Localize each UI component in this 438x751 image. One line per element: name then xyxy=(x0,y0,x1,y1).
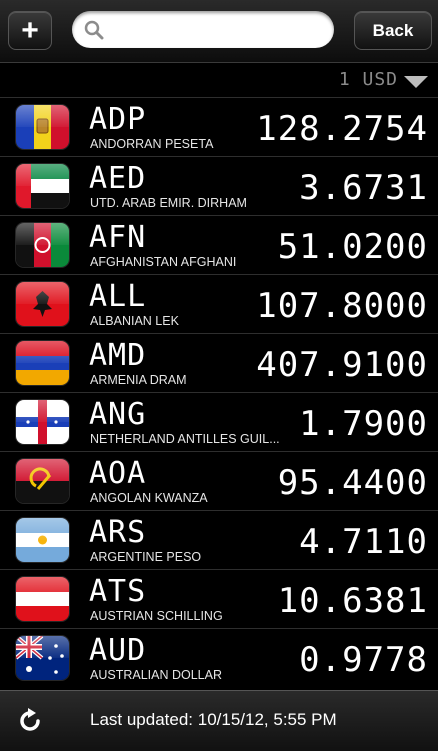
currency-code: ATS xyxy=(89,574,147,609)
base-currency-label: 1 USD xyxy=(338,69,398,90)
currency-code: ARS xyxy=(89,515,147,550)
armenia-flag-icon xyxy=(16,341,69,385)
currency-rate: 107.8000 xyxy=(256,286,428,326)
currency-row-aud[interactable]: AUD AUSTRALIAN DOLLAR 0.9778 xyxy=(0,628,438,687)
bottom-toolbar: Last updated: 10/15/12, 5:55 PM xyxy=(0,690,438,751)
currency-row-ang[interactable]: ANG NETHERLAND ANTILLES GUIL... 1.7900 xyxy=(0,392,438,451)
currency-code: AMD xyxy=(89,338,147,373)
currency-row-all[interactable]: ALL ALBANIAN LEK 107.8000 xyxy=(0,274,438,333)
last-updated-text: Last updated: 10/15/12, 5:55 PM xyxy=(90,710,337,729)
currency-rate: 10.6381 xyxy=(277,581,428,621)
argentina-flag-icon xyxy=(16,518,69,562)
currency-name: AUSTRIAN SCHILLING xyxy=(90,609,223,623)
base-currency-selector[interactable]: 1 USD xyxy=(0,63,438,97)
search-field[interactable] xyxy=(72,11,334,48)
currency-code: ALL xyxy=(89,279,147,314)
search-icon xyxy=(84,20,104,40)
andorra-flag-icon xyxy=(16,105,69,149)
currency-code: ANG xyxy=(89,397,147,432)
currency-code: ADP xyxy=(89,102,147,137)
caret-down-icon xyxy=(404,76,428,88)
currency-name: ARGENTINE PESO xyxy=(90,550,202,564)
currency-row-aed[interactable]: AED UTD. ARAB EMIR. DIRHAM 3.6731 xyxy=(0,156,438,215)
currency-name: AUSTRALIAN DOLLAR xyxy=(90,668,222,682)
currency-rate: 51.0200 xyxy=(277,227,428,267)
currency-rate: 3.6731 xyxy=(299,168,428,208)
currency-code: AED xyxy=(89,161,147,196)
australia-flag-icon xyxy=(16,636,69,680)
currency-rate: 407.9100 xyxy=(256,345,428,385)
plus-icon: + xyxy=(21,13,39,47)
currency-code: AUD xyxy=(89,633,147,668)
currency-rate: 128.2754 xyxy=(256,109,428,149)
currency-rate: 0.9778 xyxy=(299,640,428,680)
currency-name: ANGOLAN KWANZA xyxy=(90,491,208,505)
currency-row-afn[interactable]: AFN AFGHANISTAN AFGHANI 51.0200 xyxy=(0,215,438,274)
currency-code: AFN xyxy=(89,220,147,255)
austria-flag-icon xyxy=(16,577,69,621)
afghanistan-flag-icon xyxy=(16,223,69,267)
currency-rate: 95.4400 xyxy=(277,463,428,503)
currency-row-ats[interactable]: ATS AUSTRIAN SCHILLING 10.6381 xyxy=(0,569,438,628)
uae-flag-icon xyxy=(16,164,69,208)
currency-name: UTD. ARAB EMIR. DIRHAM xyxy=(90,196,247,210)
netherlands-antilles-flag-icon xyxy=(16,400,69,444)
currency-row-ars[interactable]: ARS ARGENTINE PESO 4.7110 xyxy=(0,510,438,569)
currency-row-adp[interactable]: ADP ANDORRAN PESETA 128.2754 xyxy=(0,97,438,156)
refresh-icon[interactable] xyxy=(16,707,44,735)
top-toolbar: + Back xyxy=(0,0,438,63)
currency-row-aoa[interactable]: AOA ANGOLAN KWANZA 95.4400 xyxy=(0,451,438,510)
search-input[interactable] xyxy=(110,15,324,45)
currency-row-amd[interactable]: AMD ARMENIA DRAM 407.9100 xyxy=(0,333,438,392)
currency-name: AFGHANISTAN AFGHANI xyxy=(90,255,237,269)
albania-flag-icon xyxy=(16,282,69,326)
currency-name: NETHERLAND ANTILLES GUIL... xyxy=(90,432,280,446)
currency-rate: 4.7110 xyxy=(299,522,428,562)
back-button[interactable]: Back xyxy=(354,11,432,50)
currency-rate: 1.7900 xyxy=(299,404,428,444)
add-currency-button[interactable]: + xyxy=(8,11,52,50)
angola-flag-icon xyxy=(16,459,69,503)
currency-list: ADP ANDORRAN PESETA 128.2754 AED UTD. AR… xyxy=(0,97,438,687)
currency-code: AOA xyxy=(89,456,147,491)
back-button-label: Back xyxy=(372,20,414,40)
